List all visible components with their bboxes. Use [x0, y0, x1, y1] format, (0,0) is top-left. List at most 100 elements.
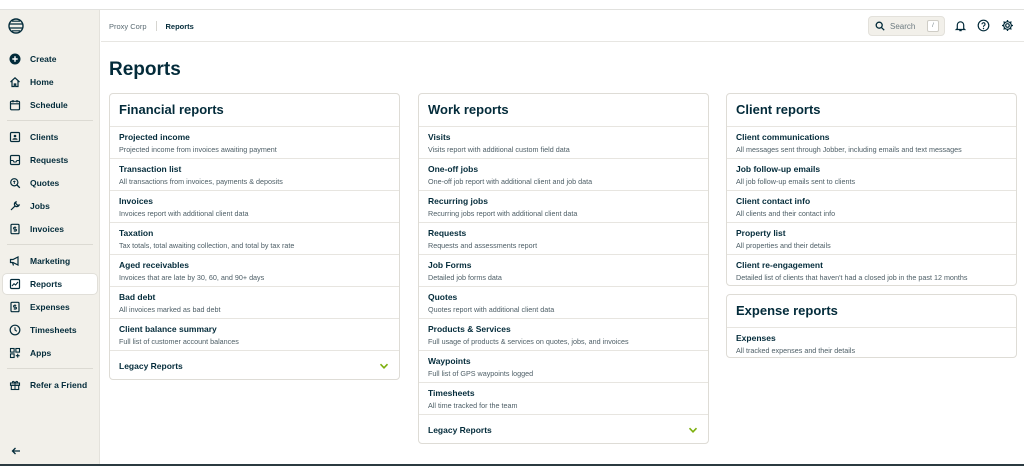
top-bar: Proxy Corp Reports Search /	[101, 10, 1024, 42]
report-description: Visits report with additional custom fie…	[428, 145, 570, 154]
report-description: Tax totals, total awaiting collection, a…	[119, 241, 295, 250]
card-title: Financial reports	[119, 102, 224, 117]
sidebar-item-label: Reports	[30, 279, 63, 289]
report-row-bad-debt[interactable]: Bad debt All invoices marked as bad debt	[110, 286, 399, 318]
main-content: Proxy Corp Reports Search / Reports Fina…	[101, 10, 1024, 466]
report-title: Quotes	[428, 292, 458, 302]
plus-circle-icon	[9, 53, 21, 65]
breadcrumb: Proxy Corp Reports	[109, 21, 194, 31]
jobber-logo-icon[interactable]	[8, 18, 24, 34]
chevron-down-icon	[379, 363, 389, 369]
sidebar-item-jobs[interactable]: Jobs	[3, 196, 97, 216]
report-row-one-off-jobs[interactable]: One-off jobs One-off job report with addi…	[419, 158, 708, 190]
legacy-reports-toggle[interactable]: Legacy Reports	[419, 414, 708, 444]
sidebar-item-label: Apps	[30, 348, 52, 358]
sidebar-item-refer-a-friend[interactable]: Refer a Friend	[3, 375, 97, 395]
report-title: Timesheets	[428, 388, 475, 398]
card-title: Client reports	[736, 102, 821, 117]
report-row-client-communications[interactable]: Client communications All messages sent t…	[727, 126, 1016, 158]
report-row-requests[interactable]: Requests Requests and assessments report	[419, 222, 708, 254]
calendar-icon	[9, 99, 21, 111]
report-title: Client balance summary	[119, 324, 217, 334]
report-row-job-forms[interactable]: Job Forms Detailed job forms data	[419, 254, 708, 286]
report-description: All clients and their contact info	[736, 209, 836, 218]
sidebar-item-create[interactable]: Create	[3, 49, 97, 69]
report-description: All invoices marked as bad debt	[119, 305, 221, 314]
report-description: One-off job report with additional clien…	[428, 177, 593, 186]
report-description: Detailed job forms data	[428, 273, 502, 282]
report-title: Job follow-up emails	[736, 164, 821, 174]
report-row-expenses[interactable]: Expenses All tracked expenses and their d…	[727, 327, 1016, 359]
sidebar-item-requests[interactable]: Requests	[3, 150, 97, 170]
report-description: Full list of GPS waypoints logged	[428, 369, 534, 378]
report-row-visits[interactable]: Visits Visits report with additional cust…	[419, 126, 708, 158]
sidebar-item-invoices[interactable]: Invoices	[3, 219, 97, 239]
sidebar: Create Home Schedule Clients Requests Qu…	[0, 10, 100, 466]
help-icon[interactable]	[977, 19, 990, 32]
expense-reports-card: Expense reports Expenses All tracked expe…	[726, 294, 1017, 358]
reports-icon	[9, 278, 21, 290]
work-reports-card: Work reports Visits Visits report with ad…	[418, 93, 709, 444]
home-icon	[9, 76, 21, 88]
sidebar-item-home[interactable]: Home	[3, 72, 97, 92]
report-row-quotes[interactable]: Quotes Quotes report with additional clie…	[419, 286, 708, 318]
sidebar-item-label: Home	[30, 77, 54, 87]
breadcrumb-current: Reports	[165, 21, 194, 31]
sidebar-item-marketing[interactable]: Marketing	[3, 251, 97, 271]
sidebar-item-clients[interactable]: Clients	[3, 127, 97, 147]
bell-icon[interactable]	[954, 19, 967, 32]
report-title: Property list	[736, 228, 786, 238]
report-row-client-re-engagement[interactable]: Client re-engagement Detailed list of cli…	[727, 254, 1016, 286]
legacy-reports-label: Legacy Reports	[119, 360, 183, 371]
report-description: Detailed list of clients that haven't ha…	[736, 273, 968, 282]
report-row-taxation[interactable]: Taxation Tax totals, total awaiting colle…	[110, 222, 399, 254]
expenses-icon	[9, 301, 21, 313]
invoices-icon	[9, 223, 21, 235]
report-row-job-follow-up-emails[interactable]: Job follow-up emails All job follow-up em…	[727, 158, 1016, 190]
report-title: Client communications	[736, 132, 830, 142]
legacy-reports-label: Legacy Reports	[428, 424, 492, 435]
report-title: Requests	[428, 228, 467, 238]
breadcrumb-company[interactable]: Proxy Corp	[109, 22, 147, 31]
legacy-reports-toggle[interactable]: Legacy Reports	[110, 350, 399, 380]
report-row-recurring-jobs[interactable]: Recurring jobs Recurring jobs report with…	[419, 190, 708, 222]
report-row-waypoints[interactable]: Waypoints Full list of GPS waypoints logg…	[419, 350, 708, 382]
financial-reports-card: Financial reports Projected income Projec…	[109, 93, 400, 380]
report-row-transaction-list[interactable]: Transaction list All transactions from in…	[110, 158, 399, 190]
report-row-projected-income[interactable]: Projected income Projected income from in…	[110, 126, 399, 158]
sidebar-divider	[7, 368, 93, 369]
sidebar-item-expenses[interactable]: Expenses	[3, 297, 97, 317]
jobs-icon	[9, 200, 21, 212]
report-title: Taxation	[119, 228, 154, 238]
sidebar-item-reports[interactable]: Reports	[3, 274, 97, 294]
report-row-timesheets[interactable]: Timesheets All time tracked for the team	[419, 382, 708, 414]
sidebar-item-schedule[interactable]: Schedule	[3, 95, 97, 115]
report-row-client-contact-info[interactable]: Client contact info All clients and their…	[727, 190, 1016, 222]
report-row-aged-receivables[interactable]: Aged receivables Invoices that are late b…	[110, 254, 399, 286]
report-description: Invoices that are late by 30, 60, and 90…	[119, 273, 265, 282]
report-description: All properties and their details	[736, 241, 831, 250]
arrow-left-icon[interactable]	[10, 445, 22, 457]
sidebar-item-label: Jobs	[30, 201, 50, 211]
sidebar-item-label: Requests	[30, 155, 69, 165]
sidebar-item-apps[interactable]: Apps	[3, 343, 97, 363]
report-description: Projected income from invoices awaiting …	[119, 145, 277, 154]
report-title: Waypoints	[428, 356, 471, 366]
gift-icon	[9, 379, 21, 391]
apps-icon	[9, 347, 21, 359]
search-input[interactable]: Search /	[868, 16, 945, 36]
report-title: Client contact info	[736, 196, 811, 206]
report-description: All job follow-up emails sent to clients	[736, 177, 856, 186]
sidebar-item-label: Timesheets	[30, 325, 77, 335]
sidebar-item-label: Quotes	[30, 178, 60, 188]
report-row-property-list[interactable]: Property list All properties and their de…	[727, 222, 1016, 254]
gear-icon[interactable]	[1001, 19, 1014, 32]
report-row-products-services[interactable]: Products & Services Full usage of product…	[419, 318, 708, 350]
report-title: Aged receivables	[119, 260, 189, 270]
sidebar-item-timesheets[interactable]: Timesheets	[3, 320, 97, 340]
sidebar-item-quotes[interactable]: Quotes	[3, 173, 97, 193]
report-row-client-balance-summary[interactable]: Client balance summary Full list of custo…	[110, 318, 399, 350]
report-title: Transaction list	[119, 164, 182, 174]
report-row-invoices[interactable]: Invoices Invoices report with additional …	[110, 190, 399, 222]
clock-icon	[9, 324, 21, 336]
